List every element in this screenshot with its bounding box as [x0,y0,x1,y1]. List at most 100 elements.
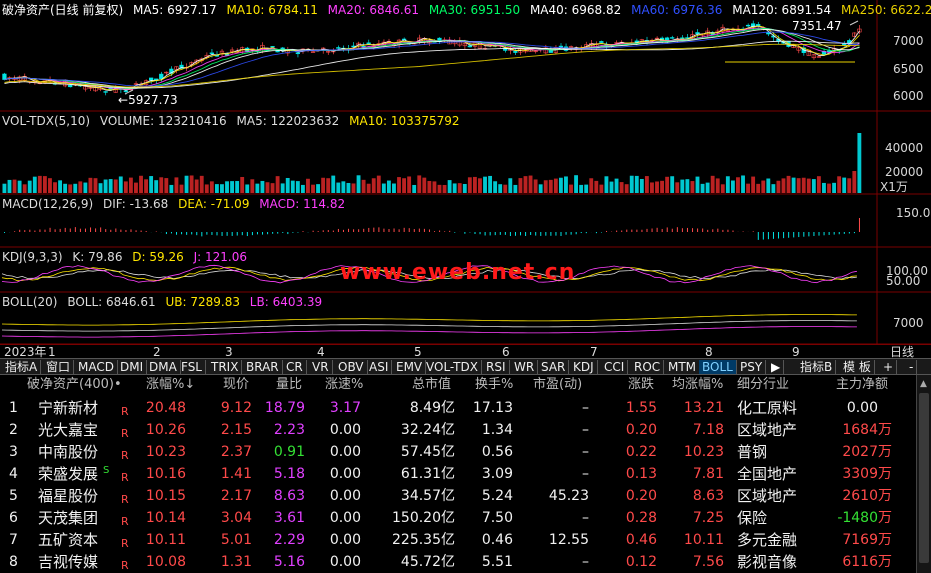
tab-dma[interactable]: DMA [146,360,181,374]
cell-idx: 4 [9,466,18,482]
tab-vr[interactable]: VR [309,360,333,374]
cell-net-flow: 2610 [842,488,878,504]
tab-trix[interactable]: TRIX [208,360,243,374]
volume-value: VOLUME: 123210416 [99,114,227,128]
cell-pe: – [582,510,589,526]
tab-obv[interactable]: OBV [335,360,368,374]
tab-roc[interactable]: ROC [631,360,665,374]
cell-vol-ratio: 18.79 [264,400,305,416]
tab-template[interactable]: 模 板 [840,360,875,374]
cell-turnover: 7.50 [481,510,513,526]
tab-indicator-b[interactable]: 指标B [797,360,837,374]
table-row[interactable]: 2 光大嘉宝 R 10.26 2.15 2.23 0.00 32.24亿 1.34 – 0.20 7.… [0,419,916,441]
time-axis: 2023年 1 2 3 4 5 6 7 8 9 日线 [0,344,931,359]
scrollbar-thumb[interactable] [919,393,929,563]
table-row[interactable]: 6 天茂集团 R 10.14 3.04 3.61 0.00 150.20亿 7.50 – 0.28 7… [0,507,916,529]
cell-net-flow: 3309 [842,466,878,482]
cell-flag: R [121,427,129,440]
cell-net-flow: 0.00 [846,400,878,416]
cell-net-flow: 1684 [842,422,878,438]
tab-rsi[interactable]: RSI [483,360,510,374]
scroll-up-icon[interactable]: ▲ [920,379,927,389]
cell-idx: 2 [9,422,18,438]
time-label-7: 7 [590,345,598,359]
tab-fsl[interactable]: FSL [178,360,206,374]
cell-idx: 8 [9,554,18,570]
cell-turnover: 5.24 [481,488,513,504]
cell-mkt-cap: 225.35亿 [392,532,455,548]
tab-asi[interactable]: ASI [366,360,393,374]
tab-kdj[interactable]: KDJ [570,360,598,374]
cell-pe: – [582,422,589,438]
low-price-label: ←5927.73 [118,93,178,107]
cell-mkt-cap: 57.45亿 [400,444,455,460]
cell-vol-ratio: 8.63 [273,488,305,504]
cell-speed: 0.00 [329,444,361,460]
remove-tab-button[interactable]: - [906,360,918,374]
tab-vol-tdx[interactable]: VOL-TDX [423,360,482,374]
tab-wr[interactable]: WR [511,360,539,374]
tab-cci[interactable]: CCI [601,360,629,374]
col-name[interactable]: 破净资产(400)• [27,378,122,392]
table-row[interactable]: 5 福星股份 R 10.15 2.17 8.63 0.00 34.57亿 5.24 45.23 0.… [0,485,916,507]
ma60-value: MA60: 6976.36 [631,3,723,17]
table-row[interactable]: 7 五矿资本 R 10.11 5.01 2.29 0.00 225.35亿 0.46 12.55 0… [0,529,916,551]
cell-change-pct: 10.11 [145,532,186,548]
watermark: www.eweb.net.cn [340,260,576,285]
period-label[interactable]: 日线 [890,345,914,359]
cell-vol-ratio: 2.29 [273,532,305,548]
tab-psy[interactable]: PSY [737,360,767,374]
col-industry[interactable]: 细分行业 [737,378,789,392]
col-change-pct[interactable]: 涨幅%↓ [146,378,195,392]
col-change[interactable]: 涨跌 [628,378,654,392]
col-net-flow[interactable]: 主力净额 [836,378,888,392]
col-vol-ratio[interactable]: 量比 [276,378,302,392]
cell-change: 0.46 [625,532,657,548]
tab-emv[interactable]: EMV [393,360,427,374]
tab-scroll-right-icon[interactable]: ▶ [768,360,785,374]
time-label-3: 3 [225,345,233,359]
cell-net-unit: 万 [878,554,892,570]
cell-avg-change: 7.56 [692,554,724,570]
tab-sar[interactable]: SAR [538,360,570,374]
time-label-9: 9 [792,345,800,359]
volume-panel-header: VOL-TDX(5,10) VOLUME: 123210416 MA5: 122… [2,114,466,128]
tab-boll[interactable]: BOLL [699,360,737,374]
table-scrollbar[interactable]: ▲ [916,375,931,573]
tab-dmi[interactable]: DMI [117,360,148,374]
low-price-value: 5927.73 [128,93,178,107]
ma20-value: MA20: 6846.61 [327,3,419,17]
cell-vol-ratio: 2.23 [273,422,305,438]
add-tab-button[interactable]: + [880,360,898,374]
tab-window[interactable]: 窗口 [43,360,75,374]
cell-net-unit: 万 [878,422,892,438]
col-pe[interactable]: 市盈(动) [533,378,582,392]
tab-brar[interactable]: BRAR [243,360,283,374]
cell-mkt-cap: 32.24亿 [400,422,455,438]
table-row[interactable]: 1 宁新新材 R 20.48 9.12 18.79 3.17 8.49亿 17.13 – 1.55 1… [0,397,916,419]
main-panel-header: 破净资产(日线 前复权) MA5: 6927.17 MA10: 6784.11 … [2,3,931,17]
col-avg-change[interactable]: 均涨幅% [672,378,723,392]
table-row[interactable]: 4 荣盛发展 S R 10.16 1.41 5.18 0.00 61.31亿 3.09 – 0.13 7… [0,463,916,485]
stock-table: 破净资产(400)• 涨幅%↓ 现价 量比 涨速% 总市值 换手% 市盈(动) … [0,375,916,573]
cell-change-pct: 10.15 [145,488,186,504]
col-mkt-cap[interactable]: 总市值 [412,378,451,392]
cell-change: 0.20 [625,488,657,504]
kdj-axis-50: 50.00 [886,274,921,288]
col-turnover[interactable]: 换手% [475,378,513,392]
table-row[interactable]: 8 吉视传媒 R 10.08 1.31 5.16 0.00 45.72亿 5.51 – 0.12 7.… [0,551,916,573]
cell-turnover: 17.13 [472,400,513,416]
tab-cr[interactable]: CR [283,360,307,374]
col-price[interactable]: 现价 [223,378,249,392]
col-speed[interactable]: 涨速% [325,378,363,392]
cell-pe: – [582,444,589,460]
cell-speed: 0.00 [329,554,361,570]
cell-name: 中南股份 [38,443,99,461]
table-row[interactable]: 3 中南股份 R 10.23 2.37 0.91 0.00 57.45亿 0.56 – 0.22 10… [0,441,916,463]
tab-macd[interactable]: MACD [75,360,118,374]
tab-mtm[interactable]: MTM [665,360,701,374]
cell-industry: 影视音像 [737,553,798,571]
tab-indicator-a[interactable]: 指标A [2,360,42,374]
cell-mkt-cap: 45.72亿 [400,554,455,570]
cell-speed: 3.17 [329,400,361,416]
